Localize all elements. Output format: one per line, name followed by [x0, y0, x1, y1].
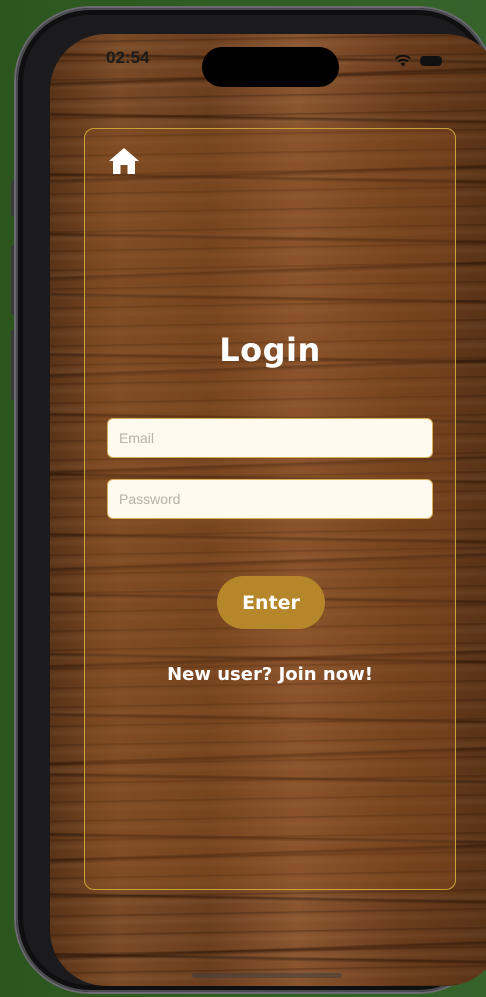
page-title: Login	[219, 331, 321, 369]
app-screen: 02:54 Login Enter	[50, 34, 486, 986]
phone-frame: 02:54 Login Enter	[16, 8, 486, 992]
dynamic-island	[202, 47, 339, 87]
status-icons	[394, 54, 442, 67]
battery-icon	[420, 55, 442, 66]
login-card: Login Enter New user? Join now!	[84, 128, 456, 890]
password-field[interactable]	[107, 479, 433, 519]
status-time: 02:54	[106, 48, 150, 67]
join-now-link[interactable]: New user? Join now!	[85, 664, 455, 685]
wifi-icon	[395, 54, 411, 67]
home-indicator	[192, 973, 342, 978]
email-field[interactable]	[107, 418, 433, 458]
stage: 02:54 Login Enter	[0, 0, 486, 997]
home-icon	[109, 148, 139, 174]
home-button[interactable]	[107, 145, 141, 177]
enter-button[interactable]: Enter	[217, 576, 325, 629]
